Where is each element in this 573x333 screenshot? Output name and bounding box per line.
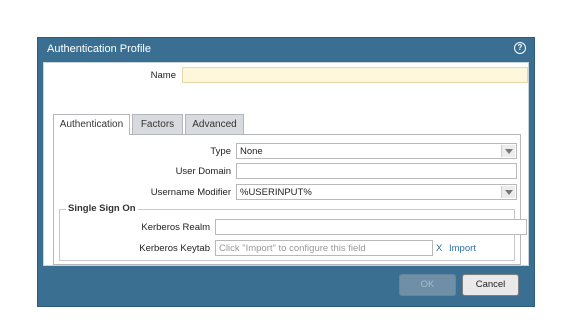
clear-keytab-icon[interactable]: X	[436, 243, 442, 254]
ok-button[interactable]: OK	[399, 274, 456, 296]
single-sign-on-group: Single Sign On Kerberos Realm Kerberos K…	[59, 203, 527, 261]
authentication-profile-dialog: Authentication Profile ? Name Authentica…	[37, 37, 535, 307]
cancel-button[interactable]: Cancel	[462, 274, 519, 296]
type-label: Type	[210, 146, 231, 157]
username-modifier-label: Username Modifier	[150, 187, 231, 198]
dialog-title: Authentication Profile	[47, 43, 151, 55]
name-input[interactable]	[182, 67, 528, 83]
kerberos-keytab-input[interactable]: Click "Import" to configure this field	[215, 240, 433, 256]
tab-advanced[interactable]: Advanced	[185, 114, 244, 134]
kerberos-realm-input[interactable]	[215, 219, 527, 235]
user-domain-input[interactable]	[236, 163, 517, 179]
help-icon[interactable]: ?	[514, 42, 526, 54]
chevron-down-icon[interactable]	[501, 145, 515, 157]
user-domain-label: User Domain	[175, 166, 231, 177]
username-modifier-value: %USERINPUT%	[240, 187, 312, 198]
type-select[interactable]: None	[236, 143, 517, 159]
tab-authentication[interactable]: Authentication	[53, 114, 130, 135]
authentication-tab-panel: Type None User Domain Username Modifier …	[53, 134, 527, 265]
dialog-body: Name Authentication Factors Advanced Typ…	[43, 62, 529, 266]
single-sign-on-title: Single Sign On	[66, 203, 138, 214]
kerberos-realm-label: Kerberos Realm	[141, 222, 210, 233]
import-link[interactable]: Import	[449, 243, 476, 254]
tab-factors[interactable]: Factors	[132, 114, 183, 134]
name-label: Name	[150, 70, 176, 81]
kerberos-keytab-label: Kerberos Keytab	[139, 243, 210, 254]
username-modifier-select[interactable]: %USERINPUT%	[236, 184, 517, 200]
type-select-value: None	[240, 146, 263, 157]
chevron-down-icon[interactable]	[501, 186, 515, 198]
